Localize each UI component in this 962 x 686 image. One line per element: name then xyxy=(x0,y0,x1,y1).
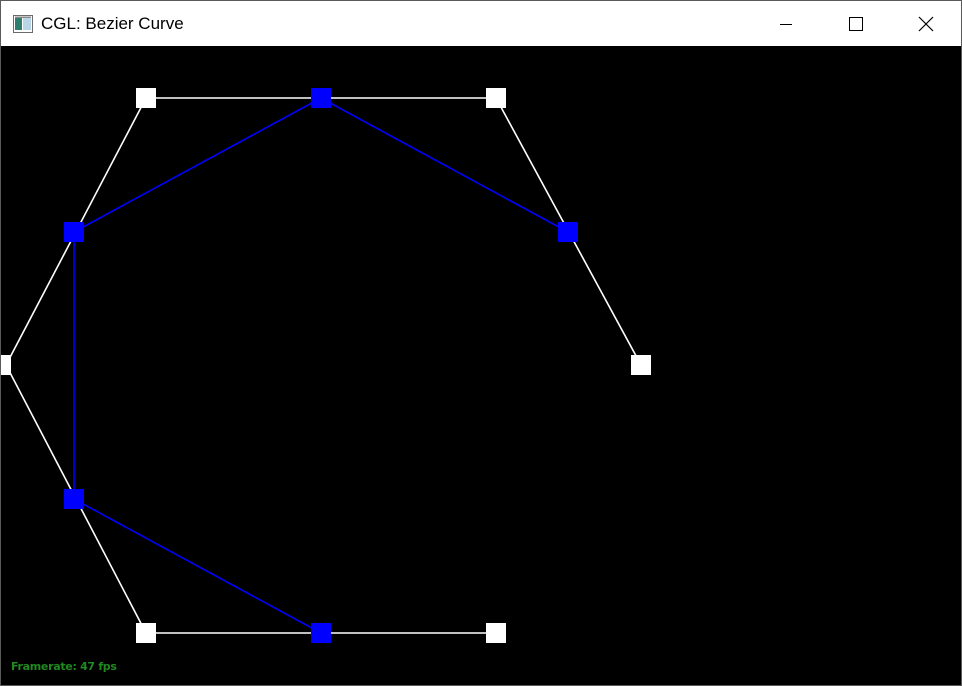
render-viewport[interactable]: Framerate: 47 fps xyxy=(1,46,961,685)
close-button[interactable] xyxy=(891,1,961,46)
control-point-handle[interactable] xyxy=(631,355,651,375)
control-point-handle[interactable] xyxy=(486,88,506,108)
control-point-handle[interactable] xyxy=(136,88,156,108)
app-window: CGL: Bezier Curve Framerate: 47 fps xyxy=(0,0,962,686)
derived-point-handle[interactable] xyxy=(64,222,84,242)
derived-point-handle[interactable] xyxy=(558,222,578,242)
maximize-button[interactable] xyxy=(821,1,891,46)
control-point-handle[interactable] xyxy=(486,623,506,643)
maximize-icon xyxy=(849,16,863,31)
cgl-app-icon xyxy=(13,14,33,33)
title-bar[interactable]: CGL: Bezier Curve xyxy=(1,1,961,46)
close-icon xyxy=(918,16,934,31)
derived-polygon-edge xyxy=(320,97,569,233)
control-point-handle[interactable] xyxy=(1,355,11,375)
derived-point-handle[interactable] xyxy=(311,623,331,643)
derived-point-handle[interactable] xyxy=(64,489,84,509)
minimize-button[interactable] xyxy=(751,1,821,46)
minimize-icon xyxy=(780,23,792,25)
bezier-scene[interactable] xyxy=(1,46,961,685)
window-title: CGL: Bezier Curve xyxy=(41,14,184,33)
framerate-label: Framerate: 47 fps xyxy=(11,660,117,673)
control-point-handle[interactable] xyxy=(136,623,156,643)
derived-point-handle[interactable] xyxy=(311,88,331,108)
window-controls xyxy=(751,1,961,46)
